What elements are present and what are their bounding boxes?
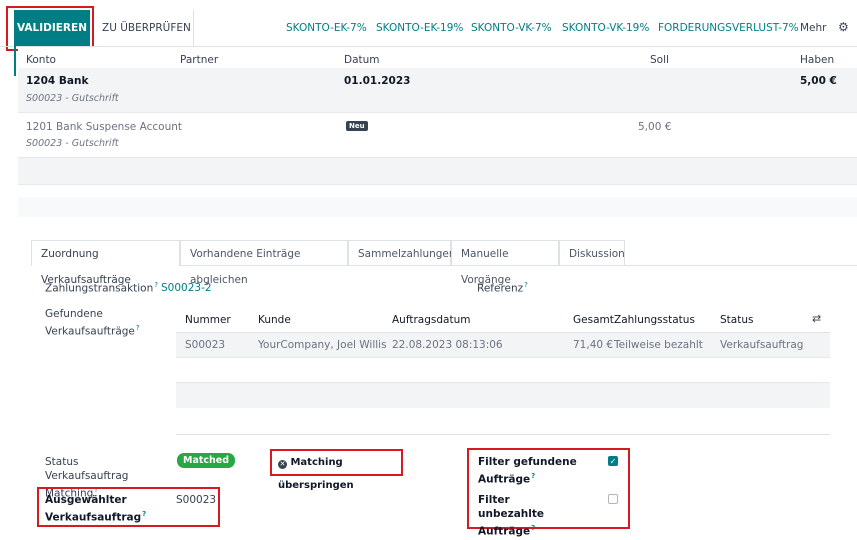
tab-manual-operations[interactable]: Manuelle Vorgänge (451, 240, 559, 286)
filter-unpaid-label: Filter unbezahlte Aufträge? (478, 494, 544, 538)
skonto-ek-7-button[interactable]: SKONTO-EK-7% (286, 22, 367, 34)
header-number: Nummer (185, 314, 231, 326)
table-bottom-border (176, 434, 830, 435)
header-account: Konto (26, 54, 56, 66)
tab-match-existing[interactable]: Vorhandene Einträge abgleichen (180, 240, 348, 286)
order-total: 71,40 € (573, 339, 614, 351)
transaction-label: Zahlungstransaktion? (45, 281, 158, 295)
found-orders-label: Gefundene Verkaufsaufträge? (45, 308, 140, 338)
toolbar: VALIDIEREN ZU ÜBERPRÜFEN SKONTO-EK-7% SK… (0, 0, 857, 51)
order-number: S00023 (185, 339, 226, 351)
row-label: S00023 - Gutschrift (26, 138, 119, 149)
section-separator (18, 197, 857, 217)
header-credit: Haben (800, 54, 835, 66)
notebook-tabs: Zuordnung Verkaufsaufträge Vorhandene Ei… (31, 240, 857, 286)
row-account: 1201 Bank Suspense Account (26, 121, 183, 133)
toolbar-divider (193, 10, 194, 46)
filter-found-checkbox[interactable]: ✓ (608, 456, 618, 466)
empty-row (176, 358, 830, 382)
table-row[interactable]: 1201 Bank Suspense Account S00023 - Guts… (18, 113, 857, 157)
table-row[interactable]: S00023 YourCompany, Joel Willis 22.08.20… (176, 333, 830, 357)
orders-table: Nummer Kunde Auftragsdatum Gesamt Zahlun… (176, 308, 830, 436)
skip-matching-label: Matching überspringen (278, 457, 354, 491)
row-credit: 5,00 € (800, 75, 837, 87)
header-status: Status (720, 314, 754, 326)
order-payment-status: Teilweise bezahlt (614, 339, 703, 351)
new-badge: Neu (346, 121, 368, 131)
order-customer: YourCompany, Joel Willis (258, 339, 387, 351)
more-dropdown[interactable]: Mehr (800, 22, 827, 34)
empty-row (18, 158, 857, 184)
skonto-vk-19-button[interactable]: SKONTO-VK-19% (562, 22, 649, 34)
filter-unpaid-checkbox[interactable] (608, 494, 618, 504)
header-order-date: Auftragsdatum (392, 314, 471, 326)
help-icon[interactable]: ? (154, 281, 158, 289)
header-customer: Kunde (258, 314, 291, 326)
transaction-link[interactable]: S00023-2 (161, 282, 212, 294)
column-settings-icon[interactable]: ⇄ (812, 312, 821, 325)
row-label: S00023 - Gutschrift (26, 93, 119, 104)
help-icon[interactable]: ? (531, 472, 535, 480)
selected-order-label: Ausgewählter Verkaufsauftrag? (45, 494, 147, 524)
to-check-button[interactable]: ZU ÜBERPRÜFEN (102, 22, 191, 34)
order-date: 22.08.2023 08:13:06 (392, 339, 503, 351)
lines-table: Konto Partner Datum Soll Haben 1204 Bank… (18, 47, 857, 185)
row-debit: 5,00 € (638, 121, 672, 133)
help-icon[interactable]: ? (524, 281, 528, 289)
skonto-ek-19-button[interactable]: SKONTO-EK-19% (376, 22, 463, 34)
tab-batch-payments[interactable]: Sammelzahlungen (348, 240, 456, 266)
left-scroll-indicator (14, 46, 16, 76)
row-account: 1204 Bank (26, 75, 89, 87)
gear-icon[interactable]: ⚙ (838, 20, 849, 34)
lines-header: Konto Partner Datum Soll Haben (18, 47, 857, 67)
header-date: Datum (344, 54, 380, 66)
forderungsverlust-7-button[interactable]: FORDERUNGSVERLUST-7% (658, 22, 799, 34)
header-debit: Soll (650, 54, 669, 66)
orders-header: Nummer Kunde Auftragsdatum Gesamt Zahlun… (176, 308, 830, 332)
row-date: 01.01.2023 (344, 75, 411, 87)
help-icon[interactable]: ? (142, 510, 146, 518)
filter-found-label: Filter gefundene Aufträge? (478, 456, 577, 486)
tab-sales-order-matching[interactable]: Zuordnung Verkaufsaufträge (31, 240, 180, 286)
help-icon[interactable]: ? (136, 324, 140, 332)
reference-label: Referenz? (477, 281, 528, 295)
highlight-validate (6, 6, 94, 51)
help-icon[interactable]: ? (531, 524, 535, 532)
skonto-vk-7-button[interactable]: SKONTO-VK-7% (471, 22, 552, 34)
header-payment-status: Zahlungsstatus (614, 314, 695, 326)
skip-matching-button[interactable]: ✕ Matching überspringen (270, 449, 403, 491)
tabs-bottom-border (180, 265, 857, 266)
skip-icon: ✕ (278, 460, 287, 469)
empty-row (176, 383, 830, 408)
table-row[interactable]: 1204 Bank S00023 - Gutschrift 01.01.2023… (18, 68, 857, 112)
order-status: Verkaufsauftrag (720, 339, 804, 351)
header-partner: Partner (180, 54, 219, 66)
table-bottom-border (18, 184, 857, 185)
to-check-label: ZU ÜBERPRÜFEN (102, 22, 191, 34)
header-total: Gesamt (573, 314, 614, 326)
selected-order-value[interactable]: S00023 (176, 494, 216, 506)
tab-discussion[interactable]: Diskussion (559, 240, 625, 266)
matched-badge: Matched (177, 453, 236, 468)
